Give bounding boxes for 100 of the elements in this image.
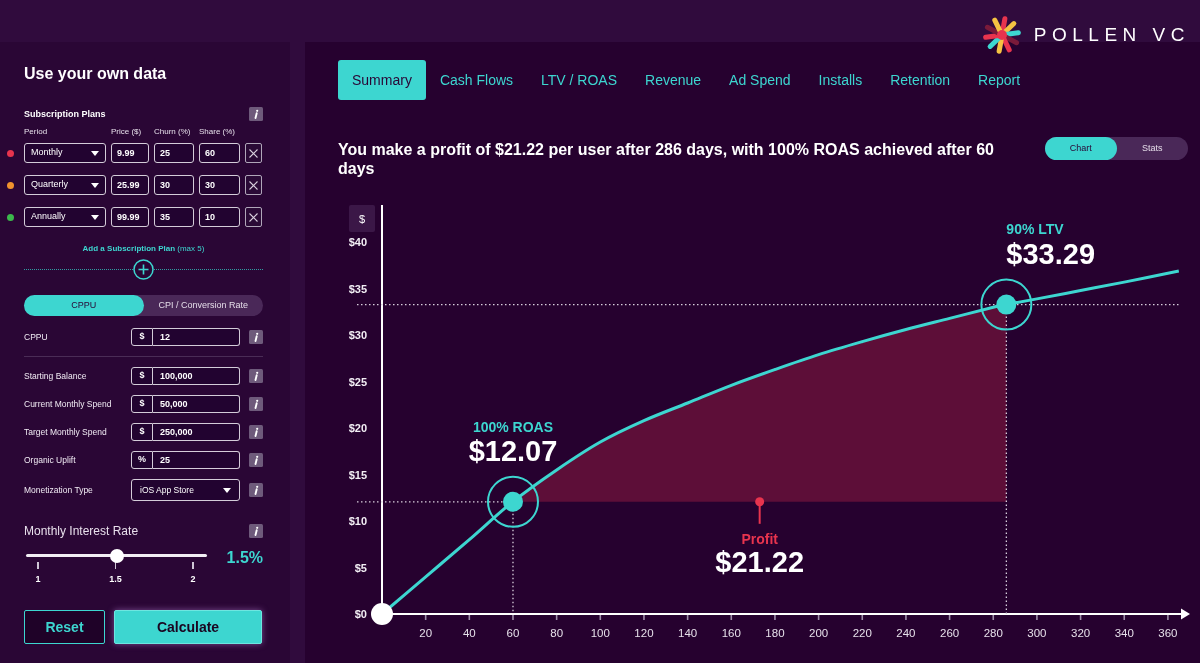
target-marker-icon xyxy=(980,278,1033,331)
column-header: Share (%) xyxy=(199,127,236,137)
price-field[interactable]: 25.99 xyxy=(111,175,149,195)
info-icon[interactable] xyxy=(249,483,263,497)
x-tick-label: 80 xyxy=(550,627,564,639)
price-field[interactable]: 99.99 xyxy=(111,207,149,227)
nav-tab[interactable]: Revenue xyxy=(631,60,716,100)
x-tick-label: 120 xyxy=(634,627,654,639)
column-header: Price ($) xyxy=(111,127,143,137)
amount-field[interactable]: 25 xyxy=(153,451,240,469)
churn-field[interactable]: 30 xyxy=(154,175,194,195)
panel-title: Use your own data xyxy=(24,64,168,84)
add-plus-icon[interactable] xyxy=(133,258,154,280)
add-plan-link[interactable]: Add a Subscription Plan (max 5) xyxy=(82,244,205,253)
share-field[interactable]: 30 xyxy=(199,175,240,195)
caret-icon xyxy=(91,182,99,188)
slider-value: 1.5% xyxy=(226,549,263,567)
remove-button[interactable] xyxy=(245,207,262,227)
tick-mark xyxy=(114,562,117,569)
x-tick-label: 240 xyxy=(896,627,916,639)
x-tick-label: 320 xyxy=(1071,627,1091,639)
nav-tab[interactable]: Cash Flows xyxy=(425,60,528,100)
nav-tab[interactable]: Retention xyxy=(876,60,965,100)
info-icon[interactable] xyxy=(249,524,263,538)
field-label: Organic Uplift xyxy=(24,453,77,467)
x-tick-label: 100 xyxy=(590,627,610,639)
period-dropdown[interactable]: Annually xyxy=(24,207,106,227)
x-tick-label: 300 xyxy=(1027,627,1047,639)
caret-icon xyxy=(223,487,231,493)
view-tab[interactable]: Chart xyxy=(1045,137,1117,160)
tick-label: 1 xyxy=(35,574,41,585)
x-tick-label: 360 xyxy=(1158,627,1178,639)
segment-tab[interactable]: CPI / Conversion Rate xyxy=(143,295,263,316)
churn-field[interactable]: 25 xyxy=(154,143,194,163)
callout-label: 100% ROAS xyxy=(472,418,554,435)
tick-mark xyxy=(37,562,39,569)
column-header: Churn (%) xyxy=(154,127,192,137)
field-label: CPPU xyxy=(24,330,49,344)
y-tick-label: $40 xyxy=(348,236,367,249)
amount-field[interactable]: 12 xyxy=(153,328,240,346)
period-dropdown[interactable]: Quarterly xyxy=(24,175,106,195)
price-field[interactable]: 9.99 xyxy=(111,143,149,163)
info-icon[interactable] xyxy=(249,425,263,439)
x-tick-label: 160 xyxy=(721,627,741,639)
nav-tab[interactable]: LTV / ROAS xyxy=(527,60,632,100)
axis-unit-label: $ xyxy=(349,205,375,232)
callout-label: 90% LTV xyxy=(1006,220,1064,237)
callout-label: Profit xyxy=(741,530,778,547)
share-field[interactable]: 60 xyxy=(199,143,240,163)
target-marker-icon xyxy=(487,475,539,528)
y-tick-label: $25 xyxy=(348,375,367,388)
column-header: Period xyxy=(24,127,49,137)
remove-button[interactable] xyxy=(245,175,262,195)
info-icon[interactable] xyxy=(249,397,263,411)
unit-label: % xyxy=(131,451,153,469)
y-tick-label: $15 xyxy=(348,468,367,481)
x-tick-label: 60 xyxy=(506,627,520,639)
amount-field[interactable]: 100,000 xyxy=(153,367,240,385)
churn-field[interactable]: 35 xyxy=(154,207,194,227)
x-tick-label: 180 xyxy=(765,627,785,639)
info-icon[interactable] xyxy=(249,107,263,121)
type-dropdown[interactable]: iOS App Store xyxy=(131,479,240,501)
slider-label: Monthly Interest Rate xyxy=(24,524,139,538)
callout-value: $33.29 xyxy=(1006,237,1096,270)
x-tick-label: 20 xyxy=(419,627,433,639)
y-tick-label: $5 xyxy=(354,561,367,574)
x-tick-label: 340 xyxy=(1114,627,1134,639)
x-tick-label: 220 xyxy=(852,627,872,639)
reset-button[interactable]: Reset xyxy=(24,610,105,644)
nav-tab[interactable]: Installs xyxy=(804,60,877,100)
remove-button[interactable] xyxy=(245,143,262,163)
close-icon xyxy=(249,180,258,190)
info-icon[interactable] xyxy=(249,330,263,344)
caret-icon xyxy=(91,214,99,220)
callout-value: $21.22 xyxy=(715,545,804,578)
nav-tab[interactable]: Report xyxy=(964,60,1035,100)
y-tick-label: $20 xyxy=(348,422,367,435)
x-tick-label: 200 xyxy=(809,627,829,639)
callout-value: $12.07 xyxy=(468,434,558,467)
tick-mark xyxy=(192,562,194,569)
x-tick-label: 40 xyxy=(462,627,476,639)
unit-label: $ xyxy=(131,395,153,413)
amount-field[interactable]: 250,000 xyxy=(153,423,240,441)
close-icon xyxy=(249,212,258,222)
share-field[interactable]: 10 xyxy=(199,207,240,227)
pin-marker-icon xyxy=(755,497,765,525)
y-tick-label: $30 xyxy=(348,329,367,342)
tick-label: 2 xyxy=(190,574,196,585)
segment-tab[interactable]: CPPU xyxy=(24,295,144,316)
view-tab[interactable]: Stats xyxy=(1116,137,1188,160)
nav-tab[interactable]: Ad Spend xyxy=(715,60,805,100)
amount-field[interactable]: 50,000 xyxy=(153,395,240,413)
nav-tab[interactable]: Summary xyxy=(338,60,426,100)
x-tick-label: 260 xyxy=(940,627,960,639)
submit-button[interactable]: Calculate xyxy=(114,610,262,644)
field-label: Current Monthly Spend xyxy=(24,397,113,411)
info-icon[interactable] xyxy=(249,453,263,467)
slider-thumb[interactable] xyxy=(109,548,124,563)
info-icon[interactable] xyxy=(249,369,263,383)
period-dropdown[interactable]: Monthly xyxy=(24,143,106,163)
